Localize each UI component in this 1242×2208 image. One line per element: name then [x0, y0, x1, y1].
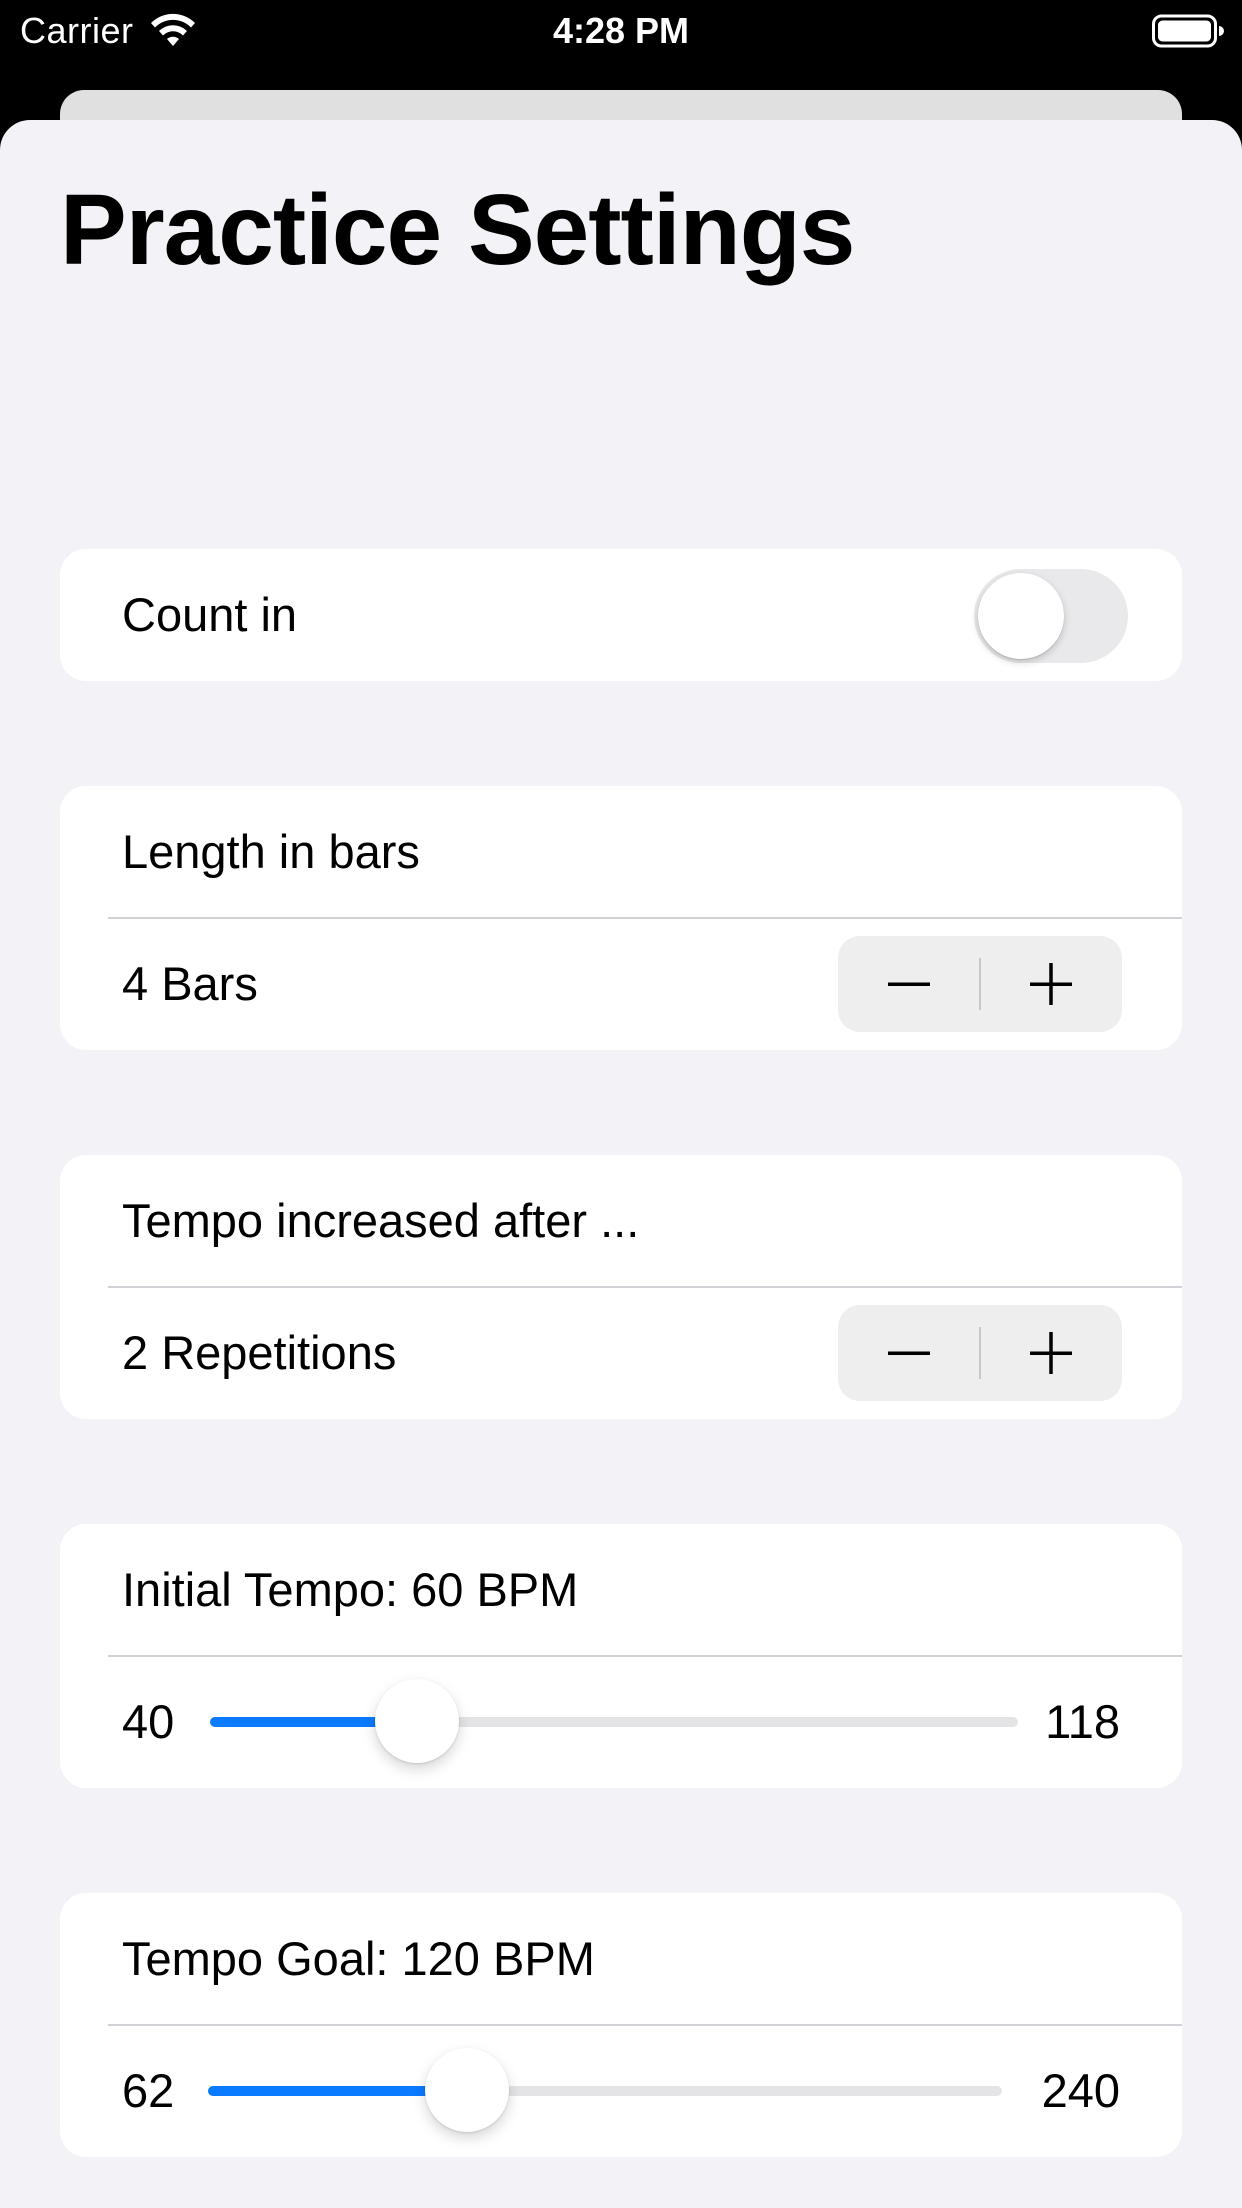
tempo-goal-slider-row: 62 240: [60, 2025, 1182, 2157]
tempo-goal-card: Tempo Goal: 120 BPM 62 240: [60, 1893, 1182, 2157]
initial-tempo-header-row: Initial Tempo: 60 BPM: [60, 1524, 1182, 1656]
length-decrement-button[interactable]: [838, 936, 980, 1032]
repetitions-decrement-button[interactable]: [838, 1305, 980, 1401]
status-bar: Carrier 4:28 PM: [0, 0, 1242, 62]
count-in-row: Count in: [60, 549, 1182, 681]
count-in-toggle[interactable]: [974, 569, 1128, 663]
initial-tempo-header: Initial Tempo: 60 BPM: [122, 1563, 579, 1616]
initial-tempo-slider-row: 40 118: [60, 1656, 1182, 1788]
length-header-row: Length in bars: [60, 786, 1182, 918]
battery-icon: [1152, 14, 1224, 48]
length-stepper[interactable]: [838, 936, 1122, 1032]
slider-thumb[interactable]: [424, 2048, 509, 2132]
tempo-increase-header-row: Tempo increased after ...: [60, 1155, 1182, 1287]
minus-icon: [888, 1351, 930, 1355]
plus-icon: [1030, 963, 1072, 1005]
length-value: 4 Bars: [122, 957, 258, 1010]
initial-tempo-card: Initial Tempo: 60 BPM 40 118: [60, 1524, 1182, 1788]
minus-icon: [888, 982, 930, 986]
repetitions-stepper[interactable]: [838, 1305, 1122, 1401]
clock-time: 4:28 PM: [552, 10, 690, 51]
tempo-goal-header-row: Tempo Goal: 120 BPM: [60, 1893, 1182, 2025]
toggle-knob: [978, 573, 1064, 659]
slider-thumb[interactable]: [375, 1679, 460, 1763]
initial-tempo-min-label: 40: [122, 1695, 175, 1748]
count-in-label: Count in: [122, 588, 298, 641]
tempo-increase-header: Tempo increased after ...: [122, 1194, 640, 1247]
tempo-increase-value-row: 2 Repetitions: [60, 1287, 1182, 1419]
count-in-card: Count in: [60, 549, 1182, 681]
tempo-goal-min-label: 62: [122, 2064, 175, 2117]
repetitions-increment-button[interactable]: [980, 1305, 1122, 1401]
initial-tempo-slider[interactable]: [210, 1679, 1018, 1763]
repetitions-value: 2 Repetitions: [122, 1326, 397, 1379]
page-title: Practice Settings: [60, 174, 855, 286]
tempo-goal-header: Tempo Goal: 120 BPM: [122, 1932, 595, 1985]
length-card: Length in bars 4 Bars: [60, 786, 1182, 1050]
length-value-row: 4 Bars: [60, 918, 1182, 1050]
length-header: Length in bars: [122, 825, 420, 878]
plus-icon: [1030, 1332, 1072, 1374]
tempo-goal-slider[interactable]: [208, 2048, 1002, 2132]
tempo-increase-card: Tempo increased after ... 2 Repetitions: [60, 1155, 1182, 1419]
tempo-goal-max-label: 240: [1041, 2064, 1120, 2117]
initial-tempo-max-label: 118: [1045, 1695, 1120, 1748]
length-increment-button[interactable]: [980, 936, 1122, 1032]
